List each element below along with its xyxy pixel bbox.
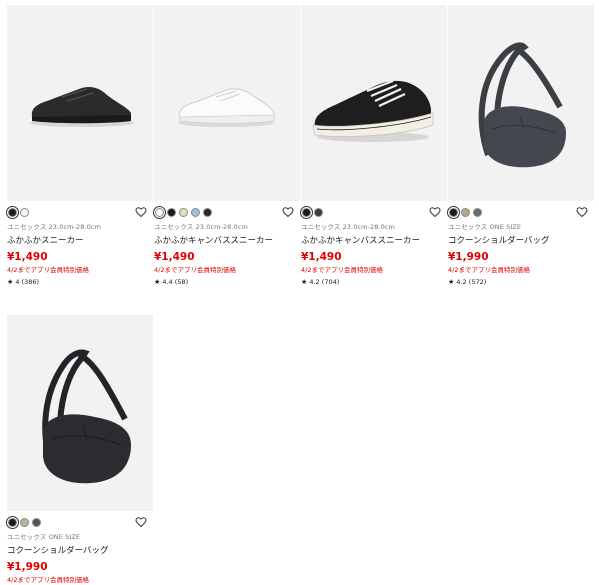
color-swatch[interactable] — [167, 207, 176, 217]
product-price: ¥1,490 — [301, 251, 342, 263]
product-name[interactable]: コクーンショルダーバッグ — [448, 234, 594, 246]
product-image[interactable] — [301, 5, 447, 201]
color-swatch[interactable] — [6, 205, 19, 219]
product-name[interactable]: ふかふかスニーカー — [7, 234, 153, 246]
color-swatch[interactable] — [153, 205, 166, 219]
product-card[interactable]: ユニセックス 23.0cm-28.0cm ふかふかスニーカー ¥1,490 4/… — [6, 5, 153, 286]
product-card[interactable]: ユニセックス 23.0cm-28.0cm ふかふかキャンバススニーカー ¥1,4… — [153, 5, 300, 286]
product-meta: ユニセックス 23.0cm-28.0cm — [154, 223, 248, 231]
product-meta: ユニセックス ONE SIZE — [7, 533, 81, 541]
review-count: (572) — [468, 278, 487, 286]
rating-value: 4.4 — [162, 278, 173, 286]
heart-icon[interactable] — [576, 206, 588, 218]
color-swatch[interactable] — [203, 207, 212, 217]
color-swatch[interactable] — [191, 207, 200, 217]
product-image[interactable] — [7, 5, 153, 201]
product-meta: ユニセックス ONE SIZE — [448, 223, 522, 231]
color-swatches — [6, 205, 29, 219]
product-name[interactable]: ふかふかキャンバススニーカー — [154, 234, 300, 246]
product-card[interactable]: ユニセックス ONE SIZE コクーンショルダーバッグ ¥1,990 4/2ま… — [6, 315, 153, 584]
rating: ★ 4.2 (704) — [301, 278, 447, 286]
heart-icon[interactable] — [282, 206, 294, 218]
color-swatches — [6, 515, 41, 529]
color-swatch[interactable] — [6, 515, 19, 529]
color-swatch[interactable] — [20, 207, 29, 217]
black-shoulder-bag-image — [42, 349, 131, 484]
heart-icon[interactable] — [135, 516, 147, 528]
star-icon: ★ — [154, 278, 161, 286]
color-swatches — [153, 205, 212, 219]
heart-icon[interactable] — [429, 206, 441, 218]
color-swatch[interactable] — [473, 207, 482, 217]
color-swatch[interactable] — [179, 207, 188, 217]
product-price: ¥1,490 — [154, 251, 195, 263]
product-image[interactable] — [7, 315, 153, 511]
color-swatch[interactable] — [32, 517, 41, 527]
review-count: (704) — [321, 278, 340, 286]
promo-text: 4/2までアプリ会員特別価格 — [154, 266, 236, 274]
product-price: ¥1,490 — [7, 251, 48, 263]
color-swatch[interactable] — [20, 517, 29, 527]
promo-text: 4/2までアプリ会員特別価格 — [448, 266, 530, 274]
product-name[interactable]: ふかふかキャンバススニーカー — [301, 234, 447, 246]
star-icon: ★ — [7, 278, 14, 286]
product-meta: ユニセックス 23.0cm-28.0cm — [301, 223, 395, 231]
product-image[interactable] — [154, 5, 300, 201]
review-count: (58) — [174, 278, 189, 286]
promo-text: 4/2までアプリ会員特別価格 — [7, 266, 89, 274]
color-swatch[interactable] — [300, 205, 313, 219]
black-leather-sneaker-image — [30, 87, 134, 127]
rating-value: 4 — [15, 278, 20, 286]
star-icon: ★ — [301, 278, 308, 286]
rating: ★ 4.2 (572) — [448, 278, 594, 286]
gray-shoulder-bag-image — [478, 42, 566, 168]
product-card[interactable]: ユニセックス ONE SIZE コクーンショルダーバッグ ¥1,990 4/2ま… — [447, 5, 594, 286]
review-count: (386) — [21, 278, 40, 286]
rating: ★ 4 (386) — [7, 278, 153, 286]
rating-value: 4.2 — [309, 278, 320, 286]
color-swatches — [447, 205, 482, 219]
product-card[interactable]: ユニセックス 23.0cm-28.0cm ふかふかキャンバススニーカー ¥1,4… — [300, 5, 447, 286]
color-swatch[interactable] — [314, 207, 323, 217]
product-name[interactable]: コクーンショルダーバッグ — [7, 544, 153, 556]
white-canvas-sneaker-image — [178, 88, 275, 127]
color-swatch[interactable] — [447, 205, 460, 219]
product-image[interactable] — [448, 5, 594, 201]
promo-text: 4/2までアプリ会員特別価格 — [301, 266, 383, 274]
product-meta: ユニセックス 23.0cm-28.0cm — [7, 223, 101, 231]
color-swatch[interactable] — [461, 207, 470, 217]
heart-icon[interactable] — [135, 206, 147, 218]
rating-value: 4.2 — [456, 278, 467, 286]
promo-text: 4/2までアプリ会員特別価格 — [7, 576, 89, 584]
black-canvas-sneaker-image — [312, 68, 434, 142]
star-icon: ★ — [448, 278, 455, 286]
color-swatches — [300, 205, 323, 219]
rating: ★ 4.4 (58) — [154, 278, 300, 286]
product-price: ¥1,990 — [7, 561, 48, 573]
product-price: ¥1,990 — [448, 251, 489, 263]
